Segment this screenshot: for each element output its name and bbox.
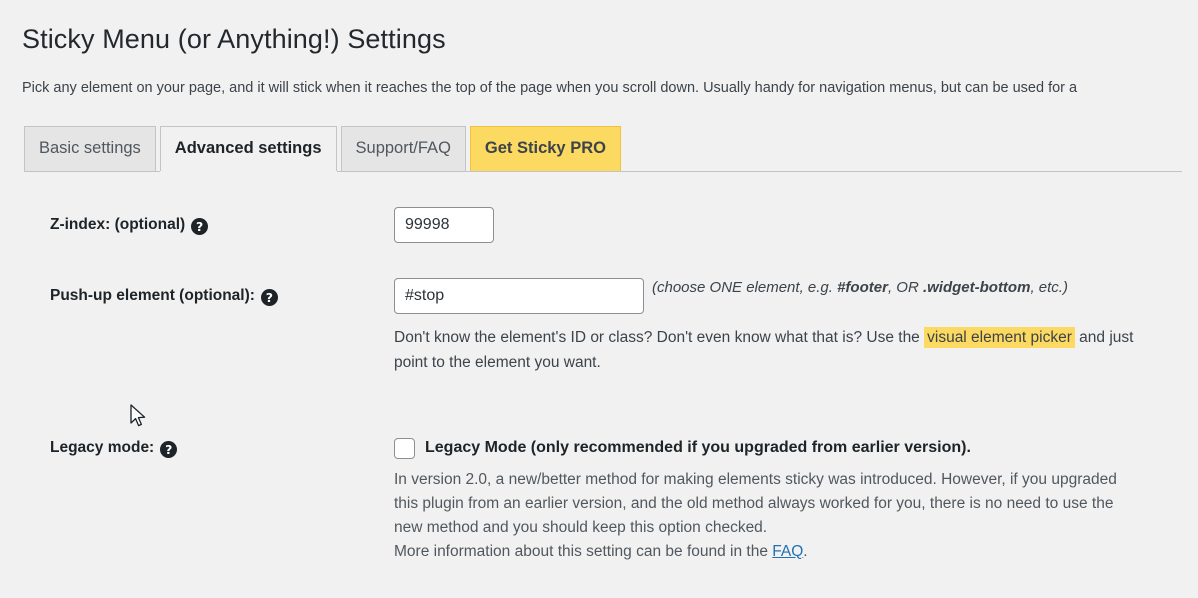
tab-support-faq[interactable]: Support/FAQ [340, 125, 466, 171]
zindex-label-cell: Z-index: (optional)? [22, 205, 394, 235]
pushup-row: Push-up element (optional):? (choose ONE… [22, 276, 1198, 376]
visual-element-picker-link[interactable]: visual element picker [924, 326, 1075, 348]
pushup-hint-suffix: , etc.) [1030, 278, 1068, 296]
faq-link[interactable]: FAQ [772, 543, 803, 560]
tab-get-sticky-pro-label: Get Sticky PRO [484, 138, 606, 157]
legacy-mode-row: Legacy mode:? Legacy Mode (only recommen… [22, 428, 1198, 564]
legacy-field-cell: Legacy Mode (only recommended if you upg… [394, 428, 1198, 564]
tab-advanced-settings-label: Advanced settings [174, 138, 322, 157]
pushup-hint-middle: , OR [887, 278, 923, 296]
legacy-faq-suffix: . [803, 543, 808, 561]
page-description: Pick any element on your page, and it wi… [22, 80, 1078, 97]
pushup-label: Push-up element (optional): [50, 286, 255, 304]
legacy-checkbox-line: Legacy Mode (only recommended if you upg… [394, 430, 1198, 459]
tab-basic-settings-label: Basic settings [39, 138, 141, 157]
pushup-inline-hint: (choose ONE element, e.g. #footer, OR .w… [652, 279, 1068, 296]
legacy-mode-description: In version 2.0, a new/better method for … [394, 468, 1136, 564]
zindex-row: Z-index: (optional)? [22, 205, 1198, 243]
help-icon[interactable]: ? [260, 288, 278, 306]
tab-basic-settings[interactable]: Basic settings [24, 125, 156, 171]
settings-tab-bar: Basic settings Advanced settings Support… [22, 125, 1198, 172]
zindex-field-cell [394, 205, 1198, 243]
pushup-label-cell: Push-up element (optional):? [22, 276, 394, 306]
page-title: Sticky Menu (or Anything!) Settings [22, 24, 446, 54]
legacy-mode-checkbox[interactable] [394, 437, 415, 459]
legacy-faq-prefix: More information about this setting can … [394, 543, 773, 561]
pushup-desc-prefix: Don't know the element's ID or class? Do… [394, 328, 925, 346]
help-icon[interactable]: ? [191, 217, 209, 235]
zindex-label: Z-index: (optional) [50, 215, 186, 233]
pushup-hint-example-1: #footer [837, 278, 888, 296]
legacy-mode-label: Legacy mode: [50, 438, 155, 456]
legacy-desc-paragraph: In version 2.0, a new/better method for … [394, 470, 1117, 536]
pushup-field-cell: (choose ONE element, e.g. #footer, OR .w… [394, 276, 1198, 376]
legacy-mode-checkbox-label[interactable]: Legacy Mode (only recommended if you upg… [425, 439, 971, 457]
pushup-element-input[interactable] [394, 277, 644, 314]
help-icon[interactable]: ? [160, 440, 178, 458]
settings-page: Sticky Menu (or Anything!) Settings Pick… [0, 0, 1198, 598]
tab-support-faq-label: Support/FAQ [355, 138, 451, 157]
pushup-description: Don't know the element's ID or class? Do… [394, 325, 1134, 376]
pushup-hint-example-2: .widget-bottom [922, 278, 1031, 296]
legacy-label-cell: Legacy mode:? [22, 428, 394, 458]
advanced-settings-form: Z-index: (optional)? Push-up element (op… [22, 205, 1198, 564]
tab-get-sticky-pro[interactable]: Get Sticky PRO [469, 125, 621, 171]
zindex-input[interactable] [394, 206, 494, 243]
tab-advanced-settings[interactable]: Advanced settings [159, 125, 337, 171]
pushup-hint-prefix: (choose ONE element, e.g. [652, 278, 838, 296]
